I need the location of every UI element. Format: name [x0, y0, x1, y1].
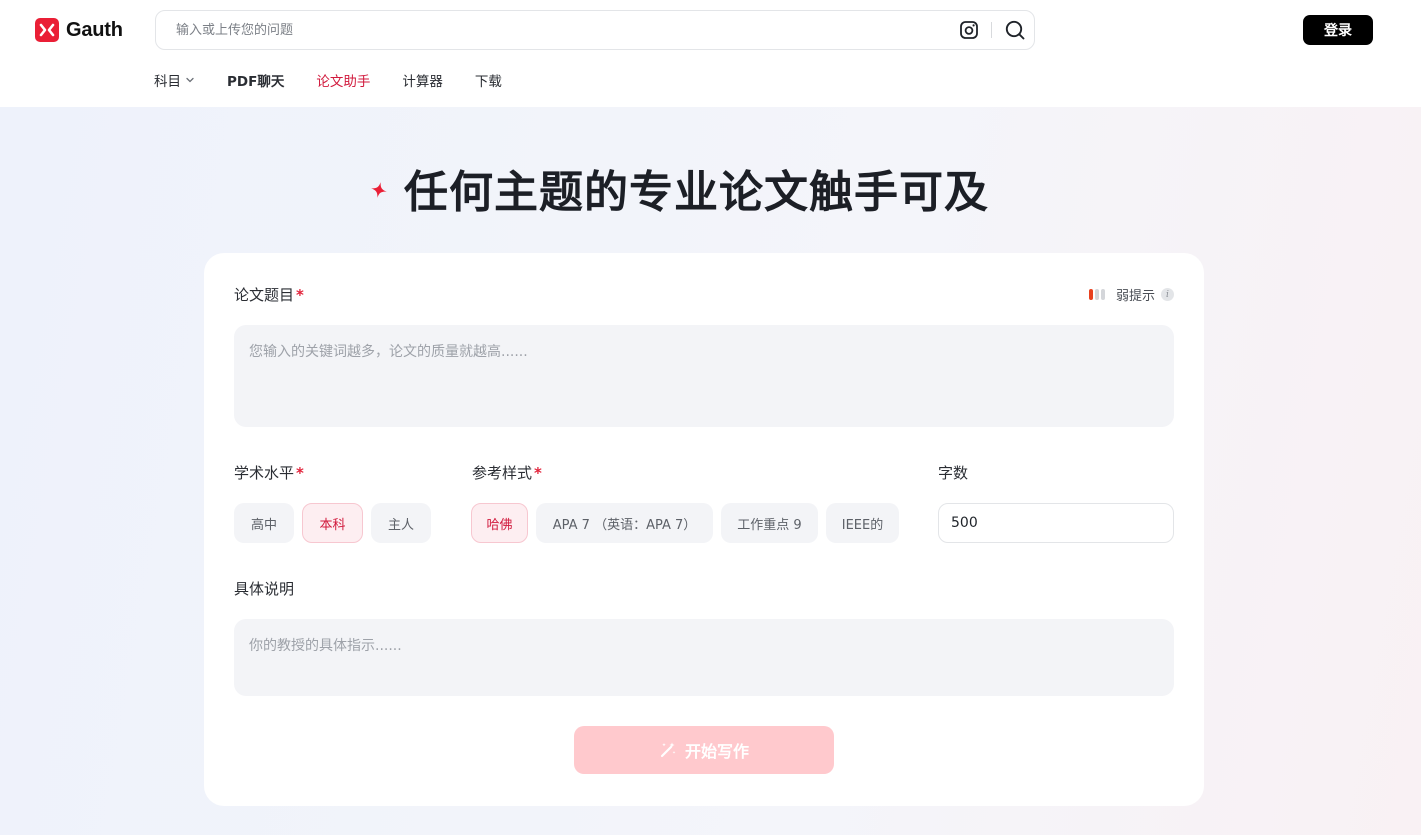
- chip-label: IEEE的: [841, 517, 884, 533]
- nav-item-label: 科目: [154, 74, 181, 90]
- style-label-text: 参考样式: [472, 464, 533, 482]
- hero: 任何主题的专业论文触手可及: [370, 158, 989, 218]
- word-count-input[interactable]: [938, 503, 1174, 543]
- nav-item-label: PDF聊天: [227, 74, 285, 90]
- nav-item-pdf-chat[interactable]: PDF聊天: [227, 70, 284, 90]
- prompt-strength-indicator: 弱提示 i: [1088, 285, 1174, 304]
- level-option-master[interactable]: 主人: [371, 503, 431, 543]
- nav-item-calculator[interactable]: 计算器: [402, 70, 443, 90]
- required-mark: *: [534, 464, 542, 482]
- topic-label: 论文题目 *: [234, 284, 304, 305]
- start-writing-label: 开始写作: [684, 742, 749, 761]
- top-header: Gauth 登录 科目 PDF聊天 论文助手 计算器: [0, 0, 1421, 107]
- chip-label: 哈佛: [486, 517, 513, 533]
- style-option-work-focus-9[interactable]: 工作重点 9: [721, 503, 818, 543]
- chip-label: 工作重点 9: [737, 517, 802, 533]
- chevron-down-icon: [186, 77, 194, 83]
- brand-logo[interactable]: Gauth: [35, 18, 123, 42]
- gauth-x-icon: [35, 18, 59, 42]
- level-option-undergraduate[interactable]: 本科: [302, 503, 363, 543]
- strength-bar: [1094, 289, 1099, 300]
- nav-item-download[interactable]: 下载: [475, 70, 502, 90]
- word-count-label: 字数: [938, 464, 969, 482]
- login-button[interactable]: 登录: [1303, 15, 1373, 45]
- style-option-ieee[interactable]: IEEE的: [826, 503, 899, 543]
- instructions-label: 具体说明: [234, 580, 295, 598]
- level-option-high-school[interactable]: 高中: [234, 503, 294, 543]
- nav-item-label: 论文助手: [316, 74, 371, 90]
- search-input[interactable]: [176, 11, 936, 49]
- essay-form-card: 论文题目* 弱提示 i 学术水平* 高中 本科 主人 参考样式* 哈佛 APA …: [204, 253, 1204, 806]
- required-mark: *: [296, 286, 304, 304]
- chip-label: 主人: [387, 517, 414, 533]
- info-icon[interactable]: i: [1161, 288, 1174, 301]
- level-label: 学术水平 *: [234, 462, 304, 483]
- style-option-apa7[interactable]: APA 7 （英语：APA 7）: [536, 503, 713, 543]
- page-title: 任何主题的专业论文触手可及: [404, 167, 989, 218]
- strength-bar: [1088, 289, 1093, 300]
- brand-name: Gauth: [66, 18, 123, 41]
- instructions-textarea[interactable]: [234, 619, 1174, 696]
- magic-wand-icon: [660, 742, 676, 758]
- search-bar: [155, 10, 1035, 50]
- nav-item-subjects[interactable]: 科目: [154, 70, 195, 90]
- strength-label: 弱提示: [1115, 289, 1155, 304]
- strength-bars: [1088, 289, 1107, 300]
- chip-label: APA 7 （英语：APA 7）: [552, 517, 697, 533]
- start-writing-button[interactable]: 开始写作: [574, 726, 834, 774]
- search-icon[interactable]: [1004, 19, 1026, 41]
- nav-item-label: 下载: [474, 74, 502, 90]
- chip-label: 高中: [250, 517, 277, 533]
- topic-textarea[interactable]: [234, 325, 1174, 427]
- nav-item-essay-helper[interactable]: 论文助手: [316, 70, 370, 90]
- style-option-harvard[interactable]: 哈佛: [471, 503, 528, 543]
- sparkle-icon: [371, 182, 387, 198]
- camera-icon[interactable]: [959, 20, 979, 40]
- strength-bar: [1100, 289, 1105, 300]
- search-divider: [991, 22, 992, 38]
- required-mark: *: [296, 464, 304, 482]
- style-label: 参考样式 *: [472, 462, 542, 483]
- topic-label-text: 论文题目: [234, 286, 295, 304]
- level-label-text: 学术水平: [234, 464, 295, 482]
- chip-label: 本科: [319, 517, 346, 533]
- nav-item-label: 计算器: [402, 74, 443, 90]
- main-nav: 科目 PDF聊天 论文助手 计算器 下载: [154, 70, 534, 90]
